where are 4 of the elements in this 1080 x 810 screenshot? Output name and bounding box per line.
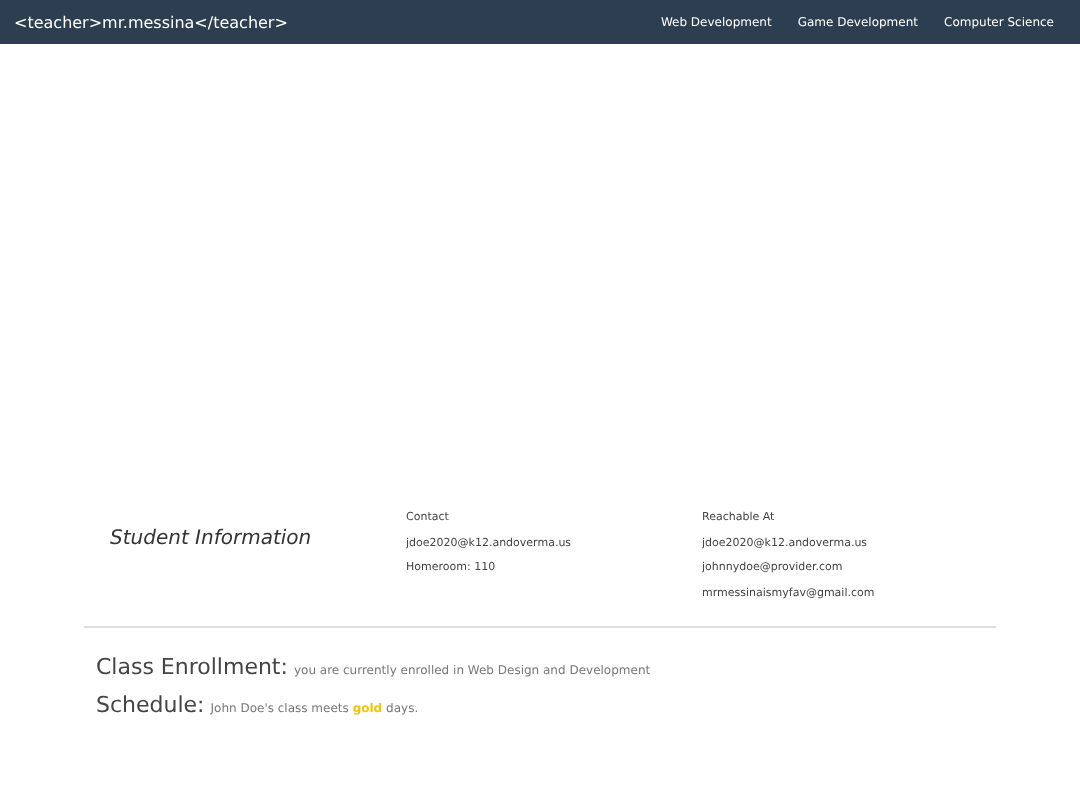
section-title: Student Information xyxy=(110,526,314,554)
enrollment-label: Class Enrollment: xyxy=(96,654,288,680)
schedule-label: Schedule: xyxy=(96,692,205,718)
brand-link[interactable]: <teacher>mr.messina</teacher> xyxy=(14,13,288,31)
